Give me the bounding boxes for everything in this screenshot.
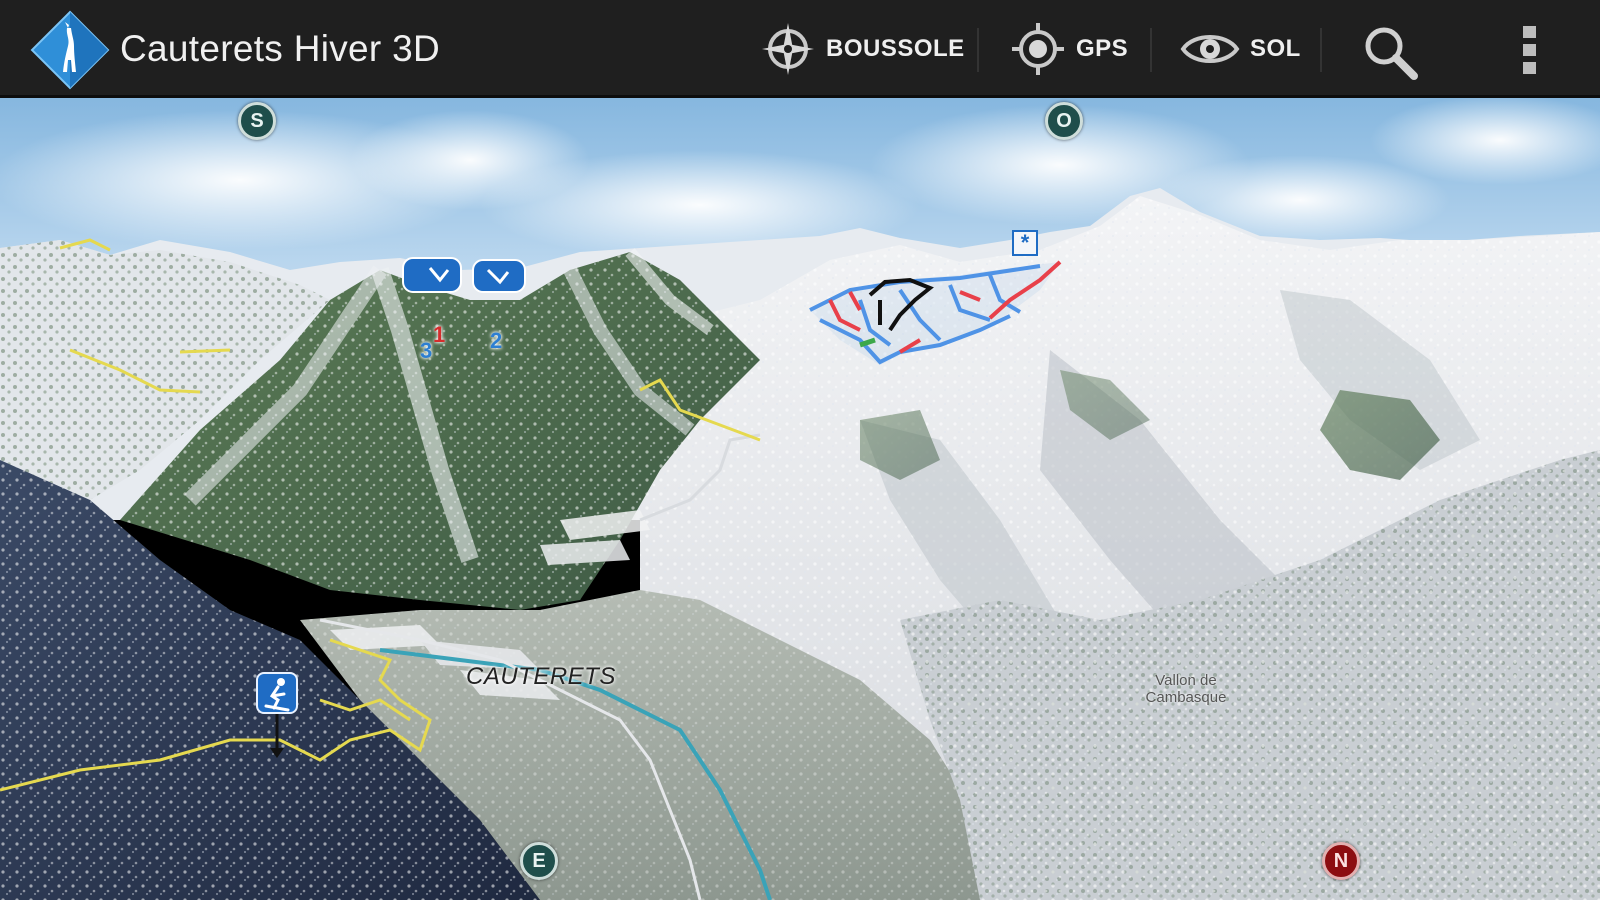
- eye-icon: [1180, 35, 1240, 63]
- app-title: Cauterets Hiver 3D: [120, 28, 441, 69]
- skier-marker[interactable]: [256, 672, 300, 762]
- compass-marker-north[interactable]: N: [1322, 842, 1360, 880]
- compass-icon: [762, 23, 814, 75]
- divider: [977, 28, 979, 72]
- app-logo-icon[interactable]: [30, 10, 110, 90]
- lift-number-1: 1: [433, 322, 446, 347]
- divider: [1150, 28, 1152, 72]
- compass-label: BOUSSOLE: [826, 35, 965, 62]
- terrain-map-view[interactable]: S O E N 3 1 2 * CAUTERETS Vallon de Camb…: [0, 98, 1600, 900]
- app-window: Cauterets Hiver 3D BOUSSOLE GPS SOL S O …: [0, 0, 1600, 900]
- snowflake-icon[interactable]: *: [1012, 230, 1038, 256]
- compass-button[interactable]: BOUSSOLE: [760, 18, 965, 80]
- gps-label: GPS: [1076, 35, 1129, 62]
- terrain-render: [0, 98, 1600, 900]
- gps-icon: [1012, 23, 1064, 75]
- action-bar: Cauterets Hiver 3D BOUSSOLE GPS SOL: [0, 0, 1600, 98]
- lift-number-3: 3: [420, 338, 433, 363]
- skier-icon: [256, 672, 298, 758]
- compass-marker-east[interactable]: E: [520, 842, 558, 880]
- overflow-menu-icon[interactable]: [1510, 20, 1550, 80]
- search-icon[interactable]: [1360, 22, 1420, 82]
- gps-button[interactable]: GPS: [1010, 18, 1128, 80]
- ground-label: SOL: [1250, 35, 1301, 62]
- valley-label: Vallon de Cambasque: [1145, 672, 1227, 706]
- town-label: CAUTERETS: [466, 663, 616, 690]
- lift-number-2: 2: [490, 328, 503, 353]
- divider: [1320, 28, 1322, 72]
- compass-marker-south[interactable]: S: [238, 102, 276, 140]
- compass-marker-west[interactable]: O: [1045, 102, 1083, 140]
- ground-view-button[interactable]: SOL: [1180, 18, 1301, 80]
